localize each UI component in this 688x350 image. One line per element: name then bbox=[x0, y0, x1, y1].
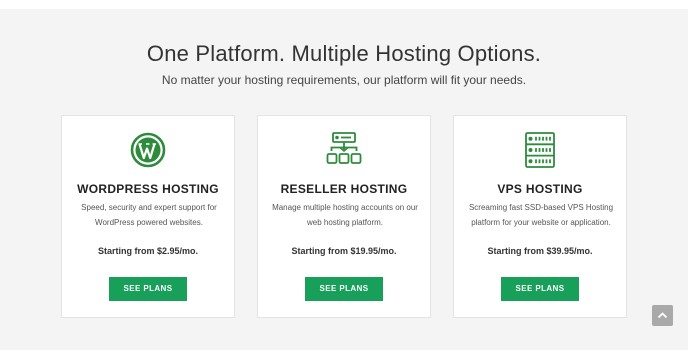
plan-price: Starting from $39.95/mo. bbox=[487, 246, 593, 256]
plan-card-vps: VPS HOSTING Screaming fast SSD-based VPS… bbox=[453, 115, 627, 318]
chevron-up-icon bbox=[657, 312, 668, 319]
plan-price: Starting from $19.95/mo. bbox=[291, 246, 397, 256]
plan-card-wordpress: WORDPRESS HOSTING Speed, security and ex… bbox=[61, 115, 235, 318]
top-strip bbox=[0, 0, 688, 9]
server-stack-icon bbox=[520, 130, 560, 170]
reseller-network-icon bbox=[324, 130, 364, 170]
plan-card-reseller: RESELLER HOSTING Manage multiple hosting… bbox=[257, 115, 431, 318]
plan-price: Starting from $2.95/mo. bbox=[97, 246, 199, 256]
plan-description: Manage multiple hosting accounts on our … bbox=[272, 203, 418, 227]
section-title: One Platform. Multiple Hosting Options. bbox=[146, 41, 542, 66]
plan-title: VPS HOSTING bbox=[497, 182, 583, 196]
plan-description: Speed, security and expert support for W… bbox=[81, 203, 217, 227]
see-plans-button-vps[interactable]: SEE PLANS bbox=[501, 277, 579, 301]
plan-title: RESELLER HOSTING bbox=[280, 182, 408, 196]
wordpress-icon bbox=[128, 130, 168, 170]
plan-title: WORDPRESS HOSTING bbox=[77, 182, 219, 196]
see-plans-button-wordpress[interactable]: SEE PLANS bbox=[109, 277, 187, 301]
section-subtitle: No matter your hosting requirements, our… bbox=[161, 73, 527, 87]
scroll-to-top-button[interactable] bbox=[652, 305, 673, 326]
plan-description: Screaming fast SSD-based VPS Hosting pla… bbox=[468, 203, 614, 227]
see-plans-button-reseller[interactable]: SEE PLANS bbox=[305, 277, 383, 301]
